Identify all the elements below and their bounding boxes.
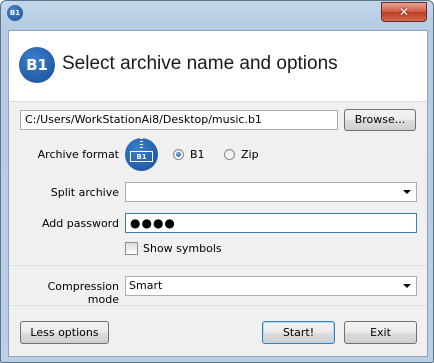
archive-path-input[interactable]: C:/Users/WorkStationAi8/Desktop/music.b1 <box>20 110 338 130</box>
compression-mode-label: Compression mode <box>47 280 119 306</box>
format-icon-text: B1 <box>130 151 153 162</box>
format-zip-label[interactable]: Zip <box>241 148 259 161</box>
compression-mode-value: Smart <box>129 279 163 292</box>
header-panel: B1 Select archive name and options <box>9 31 427 102</box>
divider <box>9 265 427 266</box>
split-archive-dropdown[interactable] <box>125 182 417 202</box>
title-bar[interactable]: B1 ✕ <box>1 1 433 23</box>
format-b1-label[interactable]: B1 <box>190 148 205 161</box>
start-button[interactable]: Start! <box>262 321 335 344</box>
less-options-button[interactable]: Less options <box>20 321 109 344</box>
exit-button[interactable]: Exit <box>344 321 417 344</box>
format-zip-radio[interactable] <box>224 149 235 160</box>
dialog-window: B1 ✕ B1 Select archive name and options … <box>0 0 434 363</box>
browse-button[interactable]: Browse... <box>344 109 416 131</box>
footer-bar: Less options Start! Exit <box>9 314 427 356</box>
dialog-body: B1 Select archive name and options C:/Us… <box>8 30 428 357</box>
split-archive-label: Split archive <box>50 186 119 199</box>
chevron-down-icon <box>403 284 411 288</box>
app-logo-icon: B1 <box>7 5 23 21</box>
chevron-down-icon <box>403 190 411 194</box>
divider <box>9 305 427 306</box>
archive-format-label: Archive format <box>37 148 119 161</box>
add-password-label: Add password <box>41 217 119 230</box>
zipper-icon <box>140 138 143 150</box>
compression-mode-dropdown[interactable]: Smart <box>125 276 417 296</box>
b1-logo-icon: B1 <box>19 47 55 83</box>
password-input[interactable]: ●●●● <box>125 213 417 233</box>
show-symbols-checkbox[interactable] <box>125 242 138 255</box>
close-button[interactable]: ✕ <box>381 2 427 22</box>
archive-format-icon: B1 <box>125 138 158 171</box>
show-symbols-label[interactable]: Show symbols <box>143 242 222 255</box>
format-b1-radio[interactable] <box>173 149 184 160</box>
page-title: Select archive name and options <box>62 53 338 74</box>
